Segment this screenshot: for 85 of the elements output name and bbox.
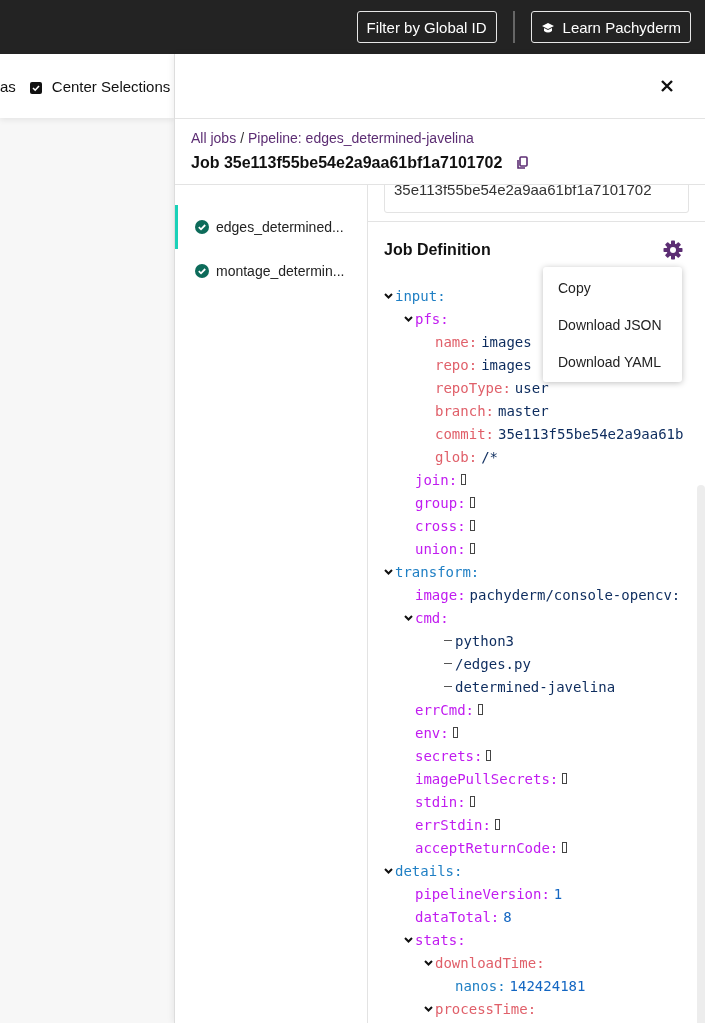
dash-icon (444, 639, 452, 642)
yaml-value: 8 (503, 908, 512, 925)
toolbar-label: as (0, 77, 16, 95)
yaml-value: python3 (455, 632, 514, 649)
chevron-down-icon[interactable] (404, 314, 413, 323)
empty-array-icon (469, 796, 475, 807)
yaml-key: processTime: (435, 1000, 537, 1017)
empty-array-icon (469, 520, 475, 531)
yaml-key: input: (395, 287, 446, 304)
empty-array-icon (478, 704, 483, 715)
yaml-key: repoType: (435, 379, 511, 396)
yaml-key: secrets: (415, 747, 483, 764)
yaml-key: stats: (415, 931, 466, 948)
yaml-key: errCmd: (415, 701, 474, 718)
yaml-key: union: (415, 540, 466, 557)
graduation-cap-icon (540, 21, 555, 33)
yaml-key: errStdin: (415, 816, 491, 833)
chevron-down-icon[interactable] (384, 567, 393, 576)
yaml-key: dataTotal: (415, 908, 500, 925)
check-circle-icon (195, 264, 209, 278)
breadcrumb-link[interactable]: All jobs (191, 130, 237, 146)
job-id-field[interactable]: 35e113f55be54e2a9aa61bf1a7101702 (384, 185, 689, 213)
dash-icon (444, 685, 452, 688)
filter-button[interactable]: Filter by Global ID (356, 11, 497, 43)
empty-array-icon (494, 819, 500, 830)
dash-icon (444, 662, 452, 665)
menu-item[interactable]: Download JSON (543, 306, 682, 343)
yaml-key: acceptReturnCode: (415, 839, 559, 856)
check-circle-icon (195, 220, 209, 234)
yaml-key: commit: (435, 425, 494, 442)
yaml-key: cross: (415, 517, 466, 534)
breadcrumb-separator: / (240, 130, 245, 146)
yaml-key: repo: (435, 356, 478, 373)
job-list-item[interactable]: montage_determin... (175, 249, 367, 293)
yaml-key: downloadTime: (435, 954, 545, 971)
empty-array-icon (562, 842, 568, 853)
empty-array-icon (469, 497, 475, 508)
yaml-value: images (481, 333, 532, 350)
yaml-key: branch: (435, 402, 494, 419)
job-title: Job 35e113f55be54e2a9aa61bf1a7101702 (191, 154, 503, 172)
chevron-down-icon[interactable] (424, 958, 433, 967)
yaml-key: group: (415, 494, 466, 511)
yaml-value: user (514, 379, 549, 396)
yaml-value: pachyderm/console-opencv: (469, 586, 681, 603)
breadcrumb-link[interactable]: Pipeline: edges_determined-javelina (248, 130, 474, 146)
yaml-key: stdin: (415, 793, 466, 810)
empty-array-icon (469, 543, 475, 554)
copy-icon[interactable] (516, 156, 530, 170)
yaml-key: glob: (435, 448, 478, 465)
yaml-key: transform: (395, 563, 480, 580)
empty-array-icon (452, 727, 458, 738)
yaml-key: image: (415, 586, 466, 603)
menu-item[interactable]: Copy (543, 269, 682, 306)
yaml-key: nanos: (455, 977, 506, 994)
chevron-down-icon[interactable] (384, 291, 393, 300)
yaml-value: 1 (553, 885, 563, 902)
yaml-key: imagePullSecrets: (415, 770, 559, 787)
yaml-key: pfs: (415, 310, 449, 327)
job-list-item[interactable]: edges_determined... (175, 205, 367, 249)
yaml-key: join: (415, 471, 458, 488)
yaml-key: cmd: (415, 609, 449, 626)
learn-button[interactable]: Learn Pachyderm (530, 11, 691, 43)
menu-item[interactable]: Download YAML (543, 343, 682, 380)
empty-array-icon (486, 750, 492, 761)
center-selections-checkbox[interactable]: Center Selections (29, 77, 171, 95)
yaml-key: pipelineVersion: (415, 885, 550, 902)
chevron-down-icon[interactable] (404, 613, 413, 622)
chevron-down-icon[interactable] (424, 1004, 433, 1013)
yaml-value: 35e113f55be54e2a9aa61b (498, 425, 684, 442)
section-title: Job Definition (384, 241, 491, 259)
empty-array-icon (562, 773, 568, 784)
yaml-value: 142424181 (509, 977, 586, 994)
yaml-value: master (498, 402, 549, 419)
settings-button[interactable] (663, 240, 683, 260)
yaml-value: determined-javelina (455, 678, 616, 695)
chevron-down-icon[interactable] (404, 935, 413, 944)
yaml-key: details: (395, 862, 463, 879)
yaml-key: env: (415, 724, 449, 741)
empty-array-icon (461, 474, 467, 485)
checkbox-icon[interactable] (29, 81, 42, 94)
yaml-key: name: (435, 333, 478, 350)
yaml-value: /edges.py (455, 655, 531, 672)
yaml-value: images (481, 356, 532, 373)
chevron-down-icon[interactable] (384, 866, 393, 875)
yaml-value: /* (481, 448, 498, 465)
